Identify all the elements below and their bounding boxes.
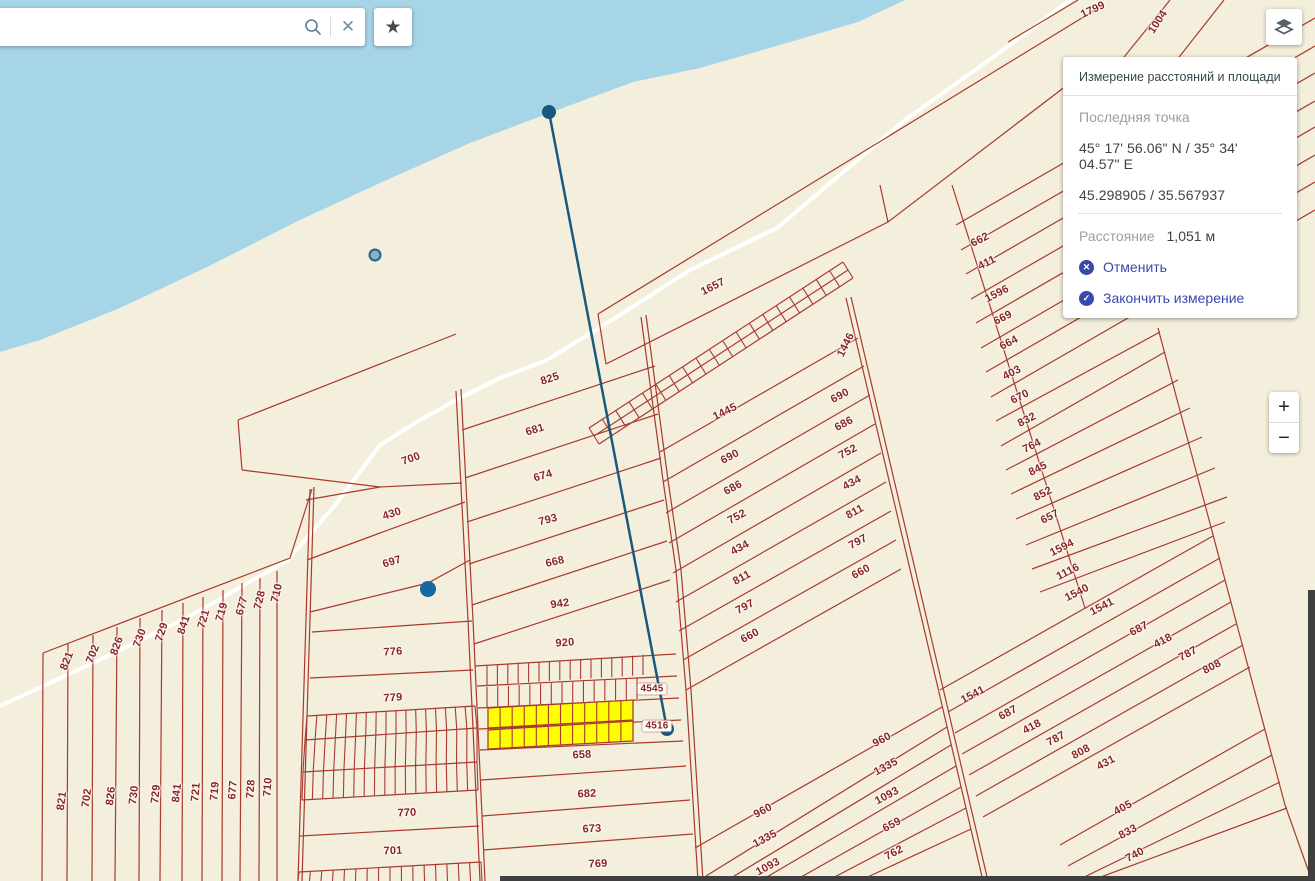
cancel-label: Отменить <box>1103 259 1167 275</box>
zoom-in-button[interactable]: + <box>1269 392 1299 422</box>
star-icon: ★ <box>384 16 401 39</box>
favorites-button[interactable]: ★ <box>374 8 412 46</box>
check-circle-icon: ✓ <box>1079 291 1094 306</box>
distance-label: Расстояние <box>1079 228 1155 244</box>
search-input[interactable] <box>0 8 296 46</box>
measure-panel-title: Измерение расстояний и площади <box>1063 57 1297 95</box>
last-point-label: Последняя точка <box>1079 109 1281 125</box>
cancel-measure-link[interactable]: ✕ Отменить <box>1079 259 1281 275</box>
zoom-control: + − <box>1269 392 1299 453</box>
finish-label: Закончить измерение <box>1103 290 1244 306</box>
search-icon[interactable] <box>296 8 330 46</box>
map-edge-right <box>1308 590 1315 881</box>
clear-search-icon[interactable]: ✕ <box>331 8 365 46</box>
measure-endpoint-marker <box>660 722 674 736</box>
search-bar: ✕ <box>0 8 365 46</box>
zoom-out-button[interactable]: − <box>1269 423 1299 453</box>
measure-panel: Измерение расстояний и площади Последняя… <box>1063 57 1297 318</box>
layers-icon <box>1274 17 1294 37</box>
cancel-circle-icon: ✕ <box>1079 260 1094 275</box>
panel-divider <box>1063 95 1297 96</box>
finish-measure-link[interactable]: ✓ Закончить измерение <box>1079 290 1281 306</box>
layers-button[interactable] <box>1266 9 1302 45</box>
coords-decimal: 45.298905 / 35.567937 <box>1079 187 1281 203</box>
measure-endpoint-marker <box>542 105 556 119</box>
distance-row: Расстояние 1,051 м <box>1079 228 1281 244</box>
distance-value: 1,051 м <box>1167 228 1216 244</box>
map-edge-bottom <box>500 876 1315 881</box>
measure-vertex-marker <box>370 250 381 261</box>
panel-dotted-divider <box>1079 213 1281 214</box>
map-application: 8217028267307298417217196777287108217028… <box>0 0 1315 881</box>
coords-dms: 45° 17' 56.06" N / 35° 34' 04.57" E <box>1079 140 1281 172</box>
measure-point-marker <box>420 581 436 597</box>
